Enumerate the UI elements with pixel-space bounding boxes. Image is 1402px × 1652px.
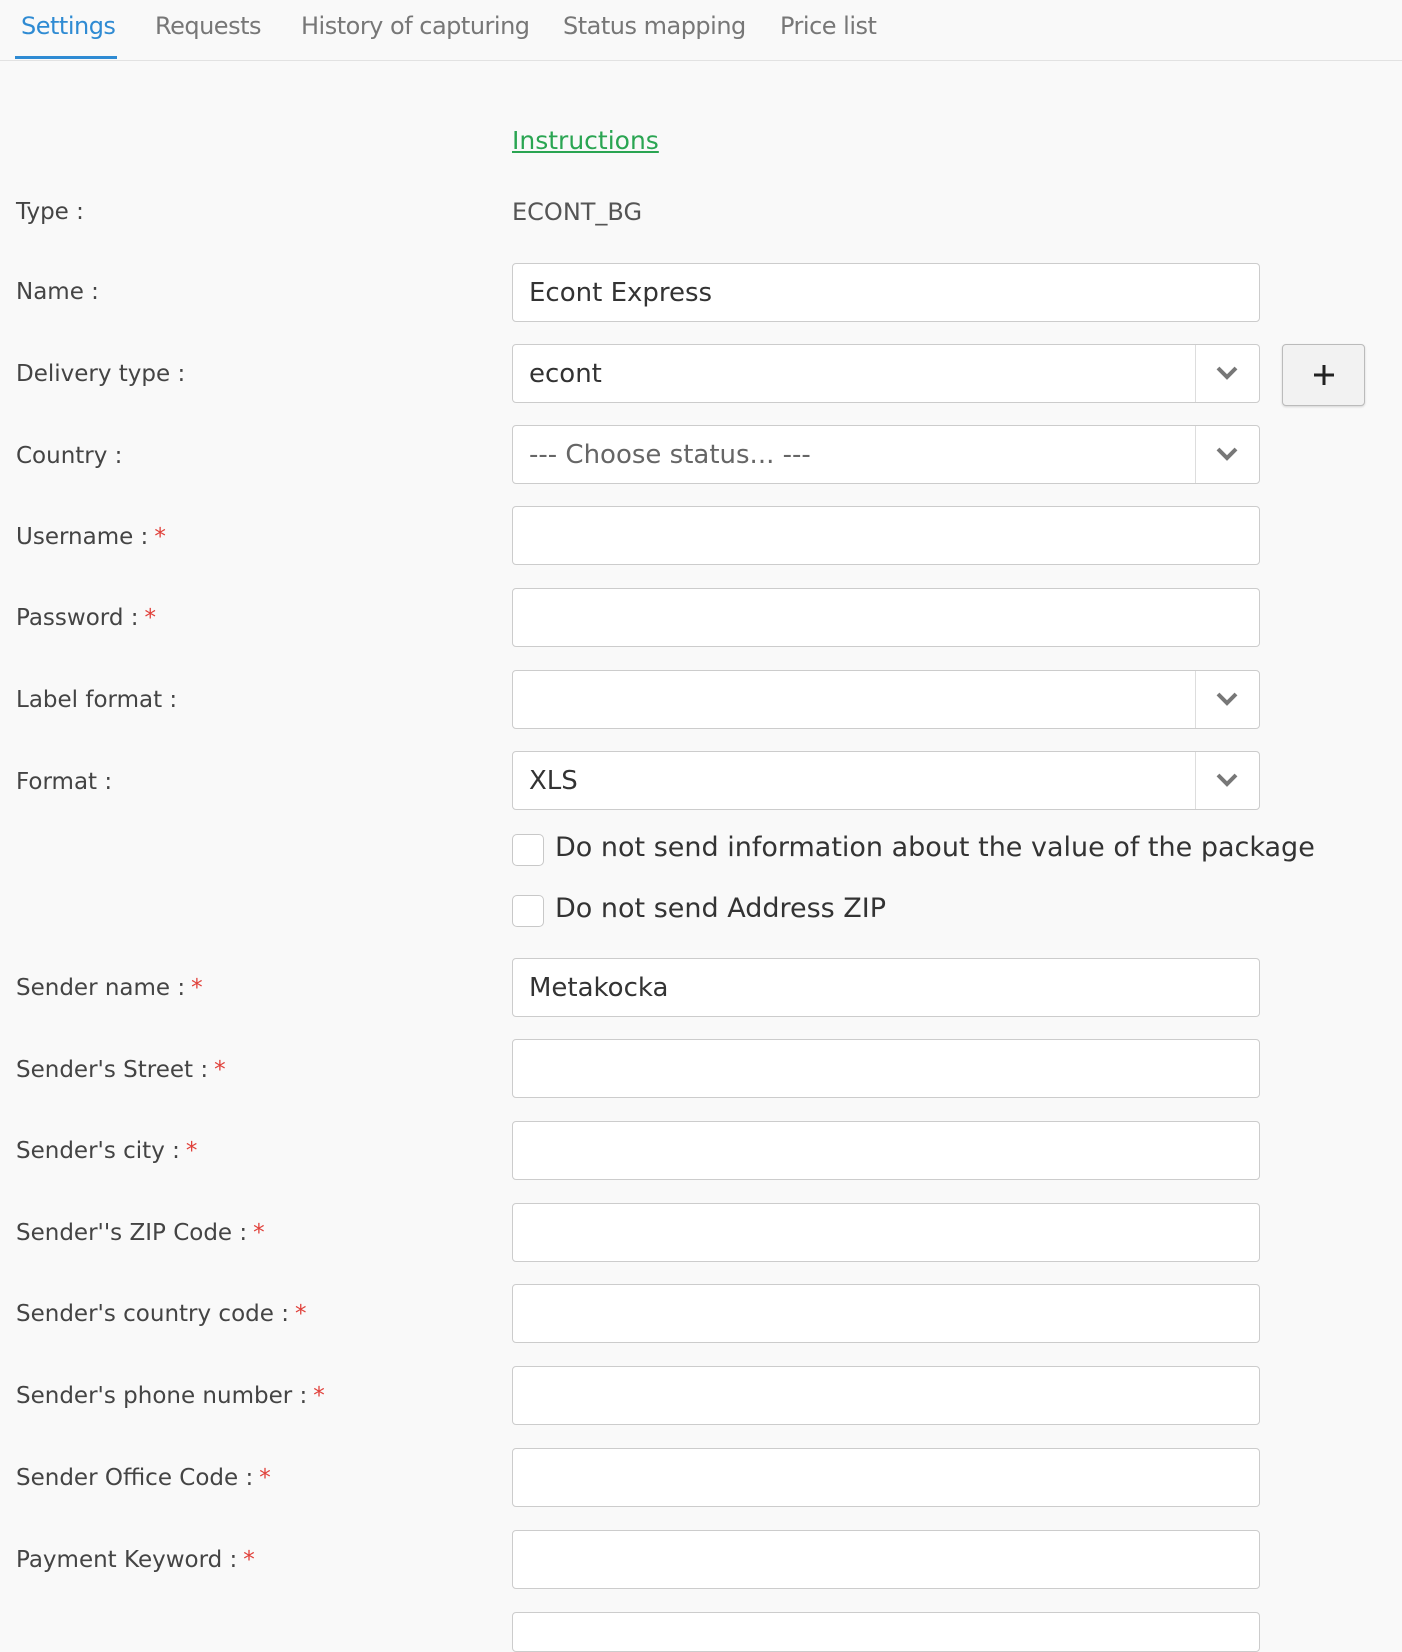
required-marker: * bbox=[243, 1547, 255, 1573]
sender-office-code-input[interactable] bbox=[513, 1449, 1259, 1506]
instructions-link[interactable]: Instructions bbox=[512, 126, 659, 155]
password-field[interactable] bbox=[512, 588, 1260, 647]
sender-zip-field[interactable] bbox=[512, 1203, 1260, 1262]
tab-requests[interactable]: Requests bbox=[155, 12, 262, 40]
sender-phone-label: Sender's phone number : * bbox=[16, 1383, 325, 1409]
sender-city-label: Sender's city : * bbox=[16, 1138, 198, 1164]
payment-keyword-field[interactable] bbox=[512, 1530, 1260, 1589]
select-divider bbox=[1195, 752, 1196, 809]
required-marker: * bbox=[191, 975, 203, 1001]
no-address-zip-checkbox[interactable] bbox=[512, 895, 544, 927]
sender-office-code-label: Sender Office Code : * bbox=[16, 1465, 271, 1491]
sender-phone-field[interactable] bbox=[512, 1366, 1260, 1425]
sender-country-code-field[interactable] bbox=[512, 1284, 1260, 1343]
sender-street-field[interactable] bbox=[512, 1039, 1260, 1098]
active-tab-indicator bbox=[15, 56, 117, 59]
sender-street-input[interactable] bbox=[513, 1040, 1259, 1097]
delivery-type-select[interactable]: econt bbox=[512, 344, 1260, 403]
chevron-down-icon bbox=[1216, 692, 1238, 706]
delivery-type-value: econt bbox=[529, 359, 602, 389]
label-format-label: Label format : bbox=[16, 687, 178, 713]
type-value: ECONT_BG bbox=[512, 198, 643, 226]
no-package-value-checkbox[interactable] bbox=[512, 834, 544, 866]
sender-country-code-label: Sender's country code : * bbox=[16, 1301, 307, 1327]
username-label: Username : * bbox=[16, 524, 166, 550]
country-label: Country : bbox=[16, 443, 123, 469]
sender-office-code-field[interactable] bbox=[512, 1448, 1260, 1507]
username-input[interactable] bbox=[513, 507, 1259, 564]
no-address-zip-label: Do not send Address ZIP bbox=[555, 893, 887, 924]
required-marker: * bbox=[253, 1220, 265, 1246]
password-label: Password : * bbox=[16, 605, 156, 631]
type-label: Type : bbox=[16, 199, 84, 225]
username-field[interactable] bbox=[512, 506, 1260, 565]
required-marker: * bbox=[154, 524, 166, 550]
sender-name-field[interactable] bbox=[512, 958, 1260, 1017]
sender-zip-input[interactable] bbox=[513, 1204, 1259, 1261]
password-input[interactable] bbox=[513, 589, 1259, 646]
tab-settings[interactable]: Settings bbox=[21, 12, 116, 40]
no-package-value-label: Do not send information about the value … bbox=[555, 832, 1315, 863]
tab-bar: Settings Requests History of capturing S… bbox=[0, 0, 1402, 61]
required-marker: * bbox=[294, 1301, 307, 1327]
add-delivery-type-button[interactable] bbox=[1282, 344, 1365, 406]
sender-street-label: Sender's Street : * bbox=[16, 1057, 226, 1083]
select-divider bbox=[1195, 671, 1196, 728]
required-marker: * bbox=[144, 605, 157, 631]
select-divider bbox=[1195, 345, 1196, 402]
required-marker: * bbox=[214, 1057, 226, 1083]
name-input[interactable] bbox=[513, 264, 1259, 321]
tab-price-list[interactable]: Price list bbox=[780, 12, 877, 40]
chevron-down-icon bbox=[1216, 366, 1238, 380]
payment-keyword-input[interactable] bbox=[513, 1531, 1259, 1588]
sender-city-field[interactable] bbox=[512, 1121, 1260, 1180]
payment-keyword-label: Payment Keyword : * bbox=[16, 1547, 255, 1573]
sender-name-label: Sender name : * bbox=[16, 975, 203, 1001]
next-field-partial[interactable] bbox=[512, 1612, 1260, 1652]
chevron-down-icon bbox=[1216, 447, 1238, 461]
required-marker: * bbox=[313, 1383, 325, 1409]
format-label: Format : bbox=[16, 769, 113, 795]
sender-zip-label: Sender''s ZIP Code : * bbox=[16, 1220, 265, 1246]
tab-status-mapping[interactable]: Status mapping bbox=[563, 12, 746, 40]
delivery-type-label: Delivery type : bbox=[16, 361, 186, 387]
label-format-select[interactable] bbox=[512, 670, 1260, 729]
sender-phone-input[interactable] bbox=[513, 1367, 1259, 1424]
sender-name-input[interactable] bbox=[513, 959, 1259, 1016]
sender-city-input[interactable] bbox=[513, 1122, 1259, 1179]
name-label: Name : bbox=[16, 279, 99, 305]
chevron-down-icon bbox=[1216, 773, 1238, 787]
sender-country-code-input[interactable] bbox=[513, 1285, 1259, 1342]
country-select[interactable]: --- Choose status... --- bbox=[512, 425, 1260, 484]
required-marker: * bbox=[185, 1138, 198, 1164]
format-select[interactable]: XLS bbox=[512, 751, 1260, 810]
select-divider bbox=[1195, 426, 1196, 483]
tab-history-of-capturing[interactable]: History of capturing bbox=[301, 12, 530, 40]
plus-icon bbox=[1314, 365, 1334, 385]
format-value: XLS bbox=[529, 766, 578, 796]
required-marker: * bbox=[259, 1465, 271, 1491]
name-field[interactable] bbox=[512, 263, 1260, 322]
country-placeholder: --- Choose status... --- bbox=[529, 440, 811, 470]
